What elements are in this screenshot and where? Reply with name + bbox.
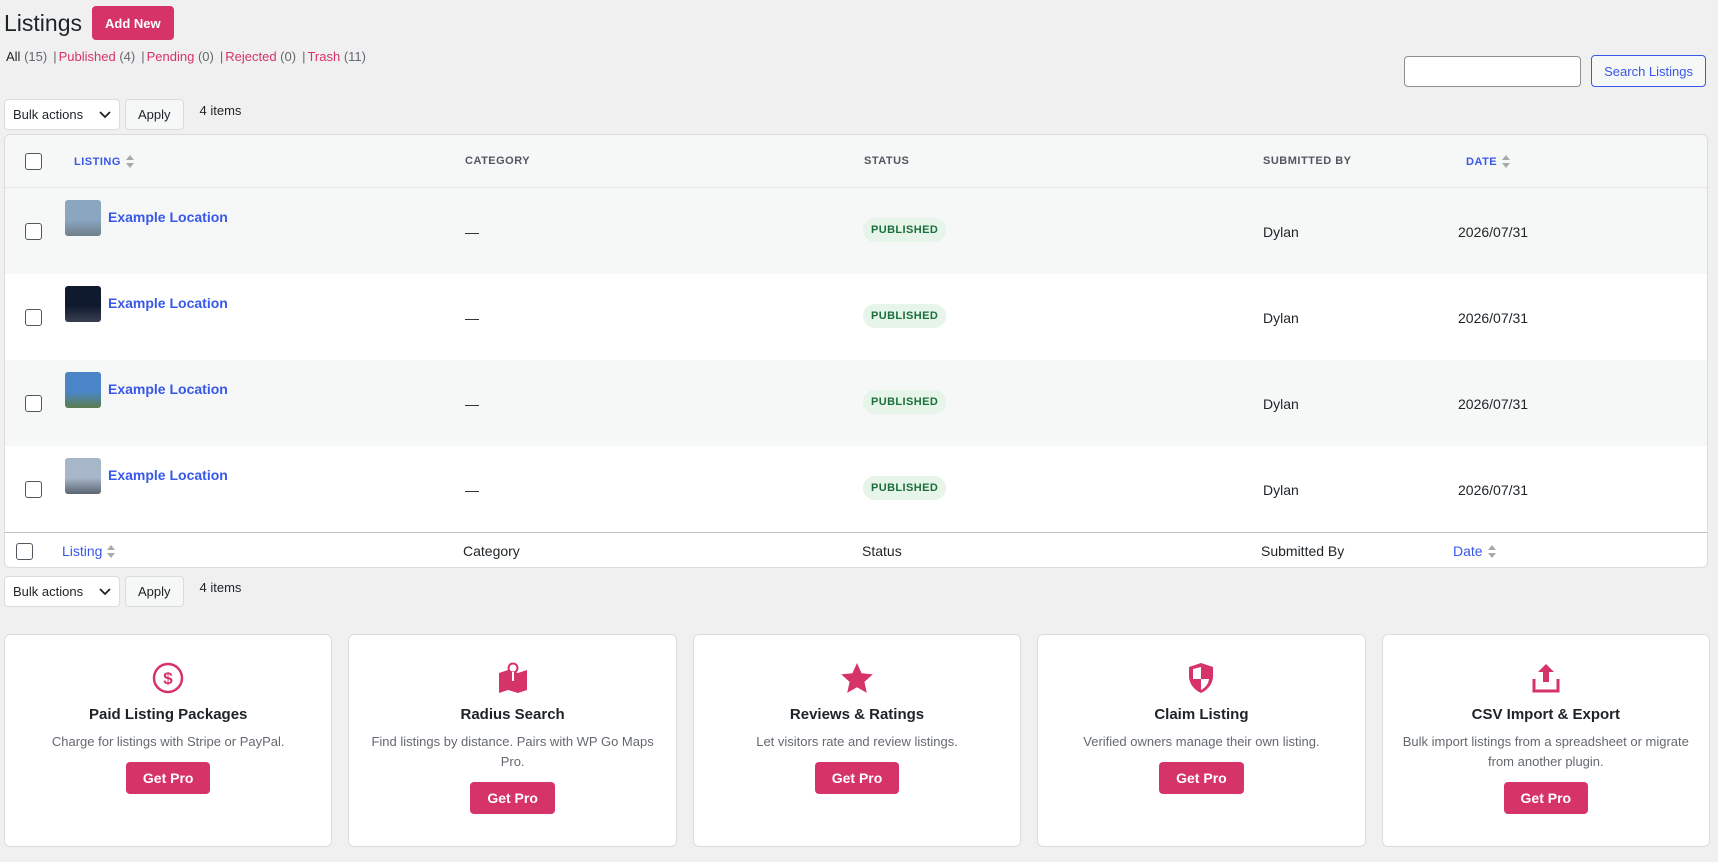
column-submitted-by: SUBMITTED BY xyxy=(1263,155,1352,167)
listing-thumbnail xyxy=(65,458,101,494)
listing-thumbnail xyxy=(65,200,101,236)
get-pro-button[interactable]: Get Pro xyxy=(125,762,211,794)
listing-title-link[interactable]: Example Location xyxy=(108,467,228,483)
pro-card-radius-search: Radius Search Find listings by distance.… xyxy=(348,634,677,847)
table-row: Example Location — PUBLISHED Dylan 2026/… xyxy=(5,274,1707,360)
chevron-down-icon xyxy=(99,110,111,118)
date-cell: 2026/07/31 xyxy=(1458,396,1529,412)
map-pin-icon xyxy=(498,662,527,693)
select-all-checkbox-footer[interactable] xyxy=(16,543,33,560)
submitted-by-cell: Dylan xyxy=(1263,310,1299,326)
upload-icon xyxy=(1532,664,1560,693)
filter-pending[interactable]: Pending (0) xyxy=(147,49,214,64)
filter-rejected[interactable]: Rejected (0) xyxy=(225,49,296,64)
bulk-actions-select[interactable]: Bulk actions xyxy=(4,99,120,130)
add-new-button[interactable]: Add New xyxy=(91,6,174,40)
pro-card-claim-listing: Claim Listing Verified owners manage the… xyxy=(1037,634,1366,847)
column-listing[interactable]: LISTING xyxy=(74,155,134,168)
items-count-bottom: 4 items xyxy=(199,580,242,595)
table-footer: Listing Category Status Submitted By Dat… xyxy=(5,532,1707,567)
row-checkbox[interactable] xyxy=(25,481,42,498)
listing-title-link[interactable]: Example Location xyxy=(108,209,228,225)
status-badge: PUBLISHED xyxy=(863,304,947,328)
status-badge: PUBLISHED xyxy=(863,218,947,242)
apply-button-bottom[interactable]: Apply xyxy=(125,576,184,607)
search-box: Search Listings xyxy=(1404,55,1706,87)
column-category: CATEGORY xyxy=(465,155,531,167)
column-date[interactable]: DATE xyxy=(1466,155,1511,168)
row-checkbox[interactable] xyxy=(25,309,42,326)
filter-trash[interactable]: Trash (11) xyxy=(307,49,366,64)
submitted-by-cell: Dylan xyxy=(1263,224,1299,240)
category-cell: — xyxy=(465,224,479,240)
svg-text:$: $ xyxy=(163,669,173,688)
table-row: Example Location — PUBLISHED Dylan 2026/… xyxy=(5,188,1707,274)
tablenav-bottom: Bulk actions Apply 4 items xyxy=(4,576,241,607)
listing-title-link[interactable]: Example Location xyxy=(108,295,228,311)
bulk-actions-select-bottom[interactable]: Bulk actions xyxy=(4,576,120,607)
chevron-down-icon xyxy=(99,587,111,595)
table-header: LISTING CATEGORY STATUS SUBMITTED BY DAT… xyxy=(5,135,1707,188)
filter-all[interactable]: All (15) xyxy=(6,49,47,64)
get-pro-button[interactable]: Get Pro xyxy=(1159,762,1244,794)
get-pro-button[interactable]: Get Pro xyxy=(470,782,555,814)
category-cell: — xyxy=(465,482,479,498)
search-input[interactable] xyxy=(1404,55,1582,87)
pro-features: $ Paid Listing Packages Charge for listi… xyxy=(4,634,1711,847)
sort-icon xyxy=(1487,544,1496,558)
pro-card-csv-import: CSV Import & Export Bulk import listings… xyxy=(1381,634,1711,847)
row-checkbox[interactable] xyxy=(25,395,42,412)
sort-icon xyxy=(1502,155,1511,168)
apply-button[interactable]: Apply xyxy=(125,99,184,130)
footer-column-status: Status xyxy=(862,543,902,559)
submitted-by-cell: Dylan xyxy=(1263,396,1299,412)
shield-icon xyxy=(1189,663,1214,693)
status-filters: All (15) | Published (4) | Pending (0) |… xyxy=(6,49,366,64)
table-row: Example Location — PUBLISHED Dylan 2026/… xyxy=(5,360,1707,446)
search-listings-button[interactable]: Search Listings xyxy=(1591,55,1706,87)
listing-thumbnail xyxy=(65,372,101,408)
date-cell: 2026/07/31 xyxy=(1458,224,1529,240)
page-header: Listings Add New xyxy=(4,6,174,40)
filter-published[interactable]: Published (4) xyxy=(59,49,136,64)
date-cell: 2026/07/31 xyxy=(1458,482,1529,498)
footer-column-submitted-by: Submitted By xyxy=(1261,543,1345,559)
footer-column-date[interactable]: Date xyxy=(1453,543,1496,559)
row-checkbox[interactable] xyxy=(25,223,42,240)
column-status: STATUS xyxy=(864,155,910,167)
dollar-circle-icon: $ xyxy=(152,662,184,694)
items-count: 4 items xyxy=(199,103,242,118)
sort-icon xyxy=(107,544,116,558)
footer-column-listing[interactable]: Listing xyxy=(62,543,116,559)
tablenav-top: Bulk actions Apply 4 items xyxy=(4,99,241,130)
pro-card-paid-listing: $ Paid Listing Packages Charge for listi… xyxy=(4,634,333,847)
table-row: Example Location — PUBLISHED Dylan 2026/… xyxy=(5,446,1707,532)
pro-card-reviews: Reviews & Ratings Let visitors rate and … xyxy=(692,634,1022,847)
footer-column-category: Category xyxy=(463,543,520,559)
select-all-checkbox[interactable] xyxy=(25,153,42,170)
date-cell: 2026/07/31 xyxy=(1458,310,1529,326)
get-pro-button[interactable]: Get Pro xyxy=(814,762,900,794)
get-pro-button[interactable]: Get Pro xyxy=(1503,782,1589,814)
status-badge: PUBLISHED xyxy=(863,390,947,414)
star-icon xyxy=(841,663,873,693)
listing-title-link[interactable]: Example Location xyxy=(108,381,228,397)
status-badge: PUBLISHED xyxy=(863,476,947,500)
category-cell: — xyxy=(465,396,479,412)
listing-thumbnail xyxy=(65,286,101,322)
category-cell: — xyxy=(465,310,479,326)
page-title: Listings xyxy=(4,9,82,36)
sort-icon xyxy=(125,155,134,168)
submitted-by-cell: Dylan xyxy=(1263,482,1299,498)
listings-table: LISTING CATEGORY STATUS SUBMITTED BY DAT… xyxy=(4,134,1708,568)
